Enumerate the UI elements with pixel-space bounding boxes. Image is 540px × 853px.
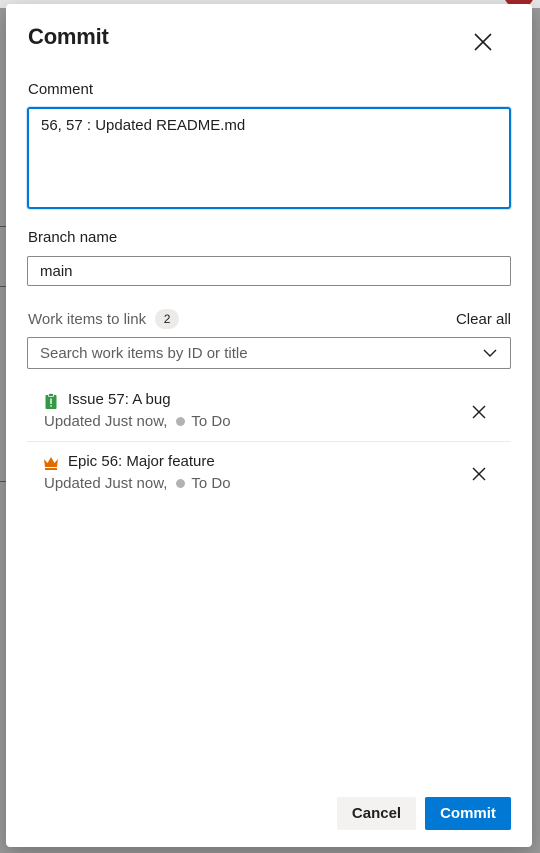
work-item-meta: Updated Just now, To Do bbox=[44, 413, 231, 430]
work-item-row: Issue 57: A bug Updated Just now, To Do bbox=[27, 380, 511, 442]
work-items-search[interactable] bbox=[27, 337, 511, 369]
commit-button[interactable]: Commit bbox=[425, 797, 511, 830]
work-items-count-badge: 2 bbox=[155, 309, 180, 329]
linked-work-items-list: Issue 57: A bug Updated Just now, To Do … bbox=[27, 380, 511, 504]
epic-crown-icon bbox=[44, 457, 58, 470]
remove-work-item-icon[interactable] bbox=[471, 404, 487, 420]
state-dot-icon bbox=[176, 417, 186, 426]
comment-label: Comment bbox=[28, 81, 94, 98]
work-item-state: To Do bbox=[191, 475, 231, 492]
work-item-title[interactable]: Issue 57: A bug bbox=[68, 391, 171, 408]
cancel-button[interactable]: Cancel bbox=[337, 797, 416, 830]
commit-dialog: Commit Comment Branch name Work items to… bbox=[6, 4, 532, 847]
work-item-row: Epic 56: Major feature Updated Just now,… bbox=[27, 442, 511, 504]
comment-textarea[interactable] bbox=[27, 107, 511, 209]
branch-name-label: Branch name bbox=[28, 229, 118, 246]
work-items-label: Work items to link bbox=[28, 310, 147, 328]
clear-all-button[interactable]: Clear all bbox=[456, 311, 512, 328]
work-items-search-input[interactable] bbox=[28, 338, 482, 368]
dialog-title: Commit bbox=[28, 24, 109, 49]
issue-clipboard-icon bbox=[45, 393, 57, 409]
branch-name-input[interactable] bbox=[27, 256, 511, 286]
work-item-title[interactable]: Epic 56: Major feature bbox=[68, 453, 215, 470]
work-item-updated: Updated Just now, bbox=[44, 413, 168, 430]
state-dot-icon bbox=[176, 479, 186, 488]
work-item-updated: Updated Just now, bbox=[44, 475, 168, 492]
work-item-state: To Do bbox=[191, 413, 231, 430]
work-items-header: Work items to link 2 Clear all bbox=[28, 307, 512, 331]
work-item-meta: Updated Just now, To Do bbox=[44, 475, 231, 492]
close-icon[interactable] bbox=[472, 31, 494, 53]
chevron-down-icon[interactable] bbox=[482, 345, 498, 361]
remove-work-item-icon[interactable] bbox=[471, 466, 487, 482]
